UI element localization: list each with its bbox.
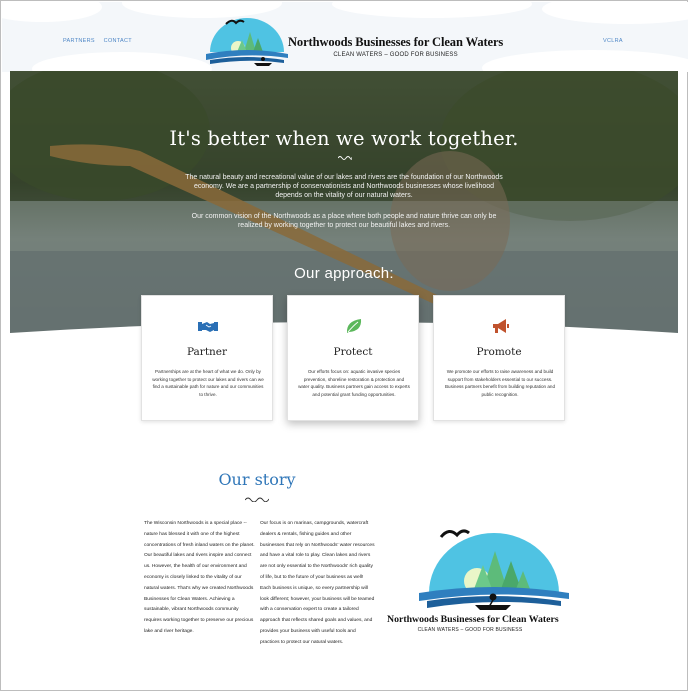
card-title: Partner <box>186 346 228 358</box>
card-partner: Partner Partnerships are at the heart of… <box>141 295 273 421</box>
leaf-icon <box>346 319 362 333</box>
story-logo <box>419 529 569 610</box>
header-cloud <box>2 2 102 22</box>
header-cloud <box>332 2 532 18</box>
card-promote: Promote We promote our efforts to raise … <box>433 295 565 421</box>
card-protect: Protect Our efforts focus on: aquatic in… <box>287 295 419 421</box>
card-title: Protect <box>333 346 373 358</box>
story-divider-squiggle <box>245 497 269 502</box>
card-title: Promote <box>476 346 522 358</box>
handshake-icon <box>198 322 218 332</box>
nav-partners-link[interactable]: PARTNERS <box>63 38 95 44</box>
card-text: We promote our efforts to raise awarenes… <box>444 369 556 398</box>
hero-divider-squiggle <box>338 156 352 160</box>
page-frame: PARTNERS CONTACT VCLRA Northwoods Busine… <box>0 0 688 691</box>
nav-contact-link[interactable]: CONTACT <box>104 38 132 44</box>
card-text: Our efforts focus on: aquatic invasive s… <box>298 369 410 398</box>
hero-paragraph-2: Our common vision of the Northwoods as a… <box>191 213 497 230</box>
brand-tagline: CLEAN WATERS – GOOD FOR BUSINESS <box>333 52 458 58</box>
nav-vclra-link[interactable]: VCLRA <box>603 38 623 44</box>
brand-block: Northwoods Businesses for Clean Waters C… <box>288 35 503 58</box>
site-header: PARTNERS CONTACT VCLRA Northwoods Busine… <box>2 2 688 72</box>
hero-paragraph-1: The natural beauty and recreational valu… <box>185 174 503 200</box>
brand-name: Northwoods Businesses for Clean Waters <box>288 35 504 49</box>
story-title: Our story <box>218 470 296 489</box>
story-column-1: The Wisconsin Northwoods is a special pl… <box>144 521 255 634</box>
header-cloud <box>32 52 212 72</box>
story-column-2: Our focus is on marinas, campgrounds, wa… <box>260 521 375 645</box>
story-logo-tagline: CLEAN WATERS – GOOD FOR BUSINESS <box>417 627 523 633</box>
story-logo-name: Northwoods Businesses for Clean Waters <box>387 614 559 625</box>
megaphone-icon <box>493 319 509 333</box>
site-logo[interactable] <box>206 16 288 72</box>
hero-title: It's better when we work together. <box>169 127 519 150</box>
approach-heading: Our approach: <box>294 265 394 282</box>
main-nav: PARTNERS CONTACT <box>63 38 139 44</box>
header-cloud <box>542 2 688 24</box>
header-cloud <box>482 50 688 72</box>
card-text: Partnerships are at the heart of what we… <box>152 369 264 398</box>
